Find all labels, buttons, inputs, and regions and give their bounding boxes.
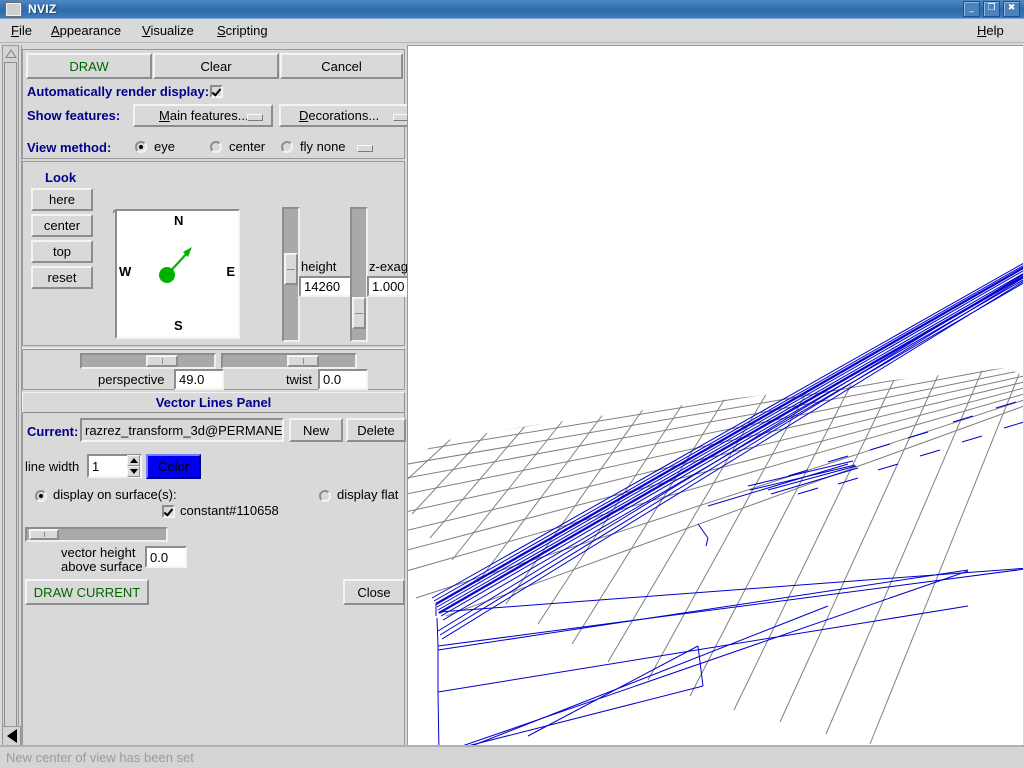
decorations-menu[interactable]: Decorations... bbox=[279, 104, 419, 127]
display-on-surface-label: display on surface(s): bbox=[53, 487, 177, 502]
clear-button[interactable]: Clear bbox=[153, 53, 279, 79]
compass-pointer-icon bbox=[117, 211, 242, 341]
look-top-button[interactable]: top bbox=[31, 240, 93, 263]
vector-height-slider-thumb[interactable] bbox=[29, 529, 59, 540]
look-here-button[interactable]: here bbox=[31, 188, 93, 211]
look-center-button[interactable]: center bbox=[31, 214, 93, 237]
window-icon bbox=[5, 2, 22, 17]
current-label: Current: bbox=[27, 424, 78, 439]
look-title: Look bbox=[45, 170, 76, 185]
vector-height-label-line2: above surface bbox=[61, 559, 143, 574]
window-title: NVIZ bbox=[28, 2, 57, 16]
maximize-icon[interactable]: ❐ bbox=[983, 1, 1000, 17]
height-slider-track[interactable] bbox=[282, 207, 300, 342]
perspective-twist-group: perspective 49.0 twist 0.0 bbox=[22, 348, 405, 390]
view-method-fly-radio[interactable] bbox=[281, 141, 293, 153]
perspective-slider-thumb[interactable] bbox=[146, 355, 178, 367]
vector-height-field[interactable]: 0.0 bbox=[145, 546, 187, 568]
main-features-mnemonic: M bbox=[159, 108, 170, 123]
vector-height-label-line1: vector height bbox=[61, 545, 135, 560]
new-button[interactable]: New bbox=[289, 418, 343, 442]
display-flat-label: display flat bbox=[337, 487, 398, 502]
status-message: New center of view has been set bbox=[6, 750, 194, 765]
navigation-group: Look here center top reset N S E W bbox=[22, 161, 405, 346]
delete-button[interactable]: Delete bbox=[346, 418, 406, 442]
show-features-label: Show features: bbox=[27, 108, 120, 123]
menu-appearance[interactable]: Appearance bbox=[48, 23, 124, 38]
status-bar: New center of view has been set bbox=[0, 746, 1024, 768]
menu-help[interactable]: Help bbox=[974, 23, 1007, 38]
view-method-eye-radio[interactable] bbox=[135, 141, 147, 153]
current-vector-field[interactable]: razrez_transform_3d@PERMANENT bbox=[80, 418, 284, 442]
view-method-fly-label: fly none bbox=[300, 139, 346, 154]
render-view-3d[interactable] bbox=[407, 45, 1023, 746]
stepper-up-icon[interactable] bbox=[127, 455, 140, 466]
vector-height-slider-track[interactable] bbox=[25, 527, 168, 542]
line-width-stepper[interactable] bbox=[127, 455, 140, 477]
surface-select-checkbox[interactable] bbox=[162, 505, 175, 518]
view-method-center-radio[interactable] bbox=[210, 141, 222, 153]
zexag-slider-track[interactable] bbox=[350, 207, 368, 342]
view-direction-compass[interactable]: N S E W bbox=[115, 209, 240, 339]
main-features-menu[interactable]: Main features... bbox=[133, 104, 273, 127]
draw-current-button[interactable]: DRAW CURRENT bbox=[25, 579, 149, 605]
display-on-surface-radio[interactable] bbox=[35, 490, 47, 502]
auto-render-checkbox[interactable] bbox=[210, 85, 223, 98]
twist-label: twist bbox=[286, 372, 312, 387]
vector-lines-panel-body: Current: razrez_transform_3d@PERMANENT N… bbox=[22, 413, 405, 746]
nviz-application-window: NVIZ _ ❐ ✖ File Appearance Visualize Scr… bbox=[0, 0, 1024, 768]
stepper-down-icon[interactable] bbox=[127, 466, 140, 477]
height-slider-label: height bbox=[301, 259, 336, 274]
left-scrollbar[interactable] bbox=[2, 45, 19, 745]
chevron-down-icon bbox=[247, 114, 263, 121]
line-width-label: line width bbox=[25, 459, 79, 474]
close-button[interactable]: Close bbox=[343, 579, 405, 605]
window-controls: _ ❐ ✖ bbox=[963, 1, 1020, 17]
surface-select-label: constant#110658 bbox=[180, 503, 279, 518]
color-button[interactable]: Color bbox=[146, 454, 201, 479]
view-method-label: View method: bbox=[27, 140, 111, 155]
menu-visualize[interactable]: Visualize bbox=[139, 23, 197, 38]
cancel-button[interactable]: Cancel bbox=[280, 53, 403, 79]
view-controls-group: DRAW Clear Cancel Automatically render d… bbox=[22, 49, 405, 159]
twist-slider-thumb[interactable] bbox=[287, 355, 319, 367]
view-method-center-label: center bbox=[229, 139, 265, 154]
zexag-slider-thumb[interactable] bbox=[352, 297, 366, 329]
fly-mode-chevron-down-icon[interactable] bbox=[357, 145, 373, 152]
vector-lines-panel-title: Vector Lines Panel bbox=[22, 392, 405, 413]
panel-collapse-arrow-icon[interactable] bbox=[2, 726, 21, 746]
display-flat-radio[interactable] bbox=[319, 490, 331, 502]
render-canvas bbox=[408, 46, 1023, 746]
vector-panel-gap bbox=[22, 348, 405, 350]
control-panel: DRAW Clear Cancel Automatically render d… bbox=[21, 45, 404, 746]
scrollbar-thumb[interactable] bbox=[4, 62, 17, 742]
menu-file[interactable]: File bbox=[8, 23, 35, 38]
title-bar: NVIZ _ ❐ ✖ bbox=[0, 0, 1024, 19]
twist-value-field[interactable]: 0.0 bbox=[318, 369, 368, 390]
draw-button[interactable]: DRAW bbox=[26, 53, 152, 79]
view-method-eye-label: eye bbox=[154, 139, 175, 154]
height-slider-thumb[interactable] bbox=[284, 253, 298, 285]
menu-scripting[interactable]: Scripting bbox=[214, 23, 271, 38]
auto-render-label: Automatically render display: bbox=[27, 84, 209, 99]
look-reset-button[interactable]: reset bbox=[31, 266, 93, 289]
perspective-value-field[interactable]: 49.0 bbox=[174, 369, 224, 390]
decorations-mnemonic: D bbox=[299, 108, 308, 123]
perspective-slider-track[interactable] bbox=[80, 353, 216, 369]
minimize-icon[interactable]: _ bbox=[963, 1, 980, 17]
menu-bar: File Appearance Visualize Scripting Help bbox=[0, 19, 1024, 43]
perspective-label: perspective bbox=[98, 372, 164, 387]
scroll-up-icon[interactable] bbox=[3, 46, 18, 61]
close-icon[interactable]: ✖ bbox=[1003, 1, 1020, 17]
zexag-slider-label: z-exag bbox=[369, 259, 408, 274]
twist-slider-track[interactable] bbox=[221, 353, 357, 369]
